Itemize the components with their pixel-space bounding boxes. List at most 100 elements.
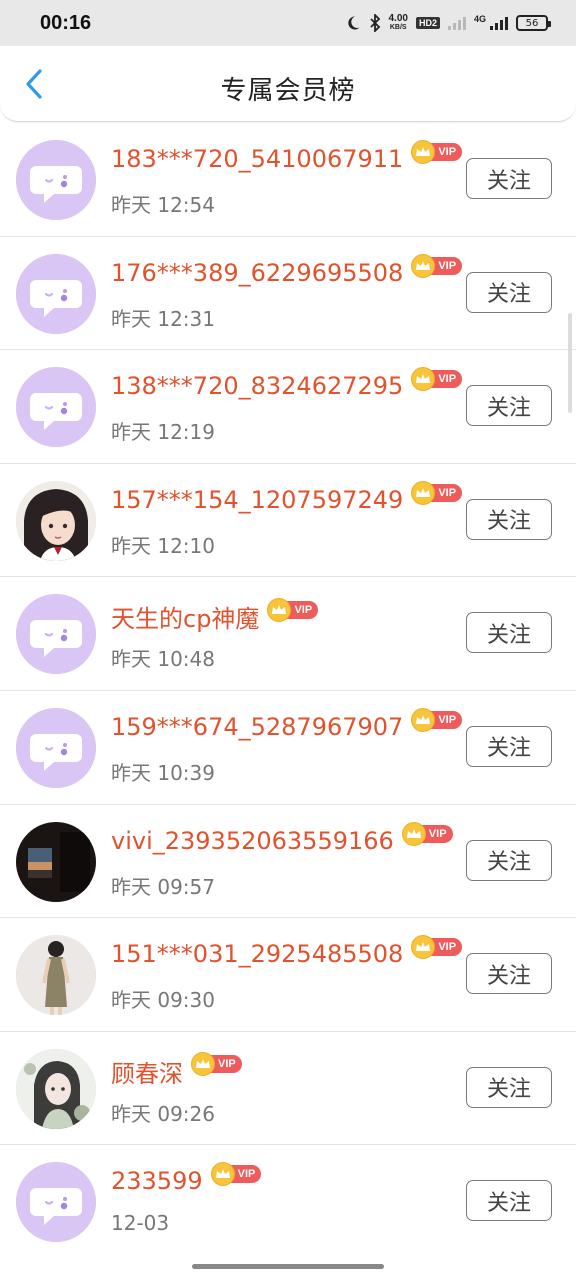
list-item[interactable]: 天生的cp神魔 VIP 昨天 10:48 关注 [0, 577, 576, 691]
avatar[interactable] [16, 253, 96, 334]
join-time: 昨天 09:30 [111, 988, 215, 1013]
list-item[interactable]: 顾春深 VIP 昨天 09:26 关注 [0, 1032, 576, 1146]
member-name[interactable]: 176***389_6229695508 [111, 259, 403, 287]
anime-girl-avatar [16, 480, 96, 561]
join-time: 昨天 09:57 [111, 874, 215, 899]
member-name[interactable]: 157***154_1207597249 [111, 486, 403, 514]
member-name[interactable]: 183***720_5410067911 [111, 145, 403, 173]
join-time: 昨天 12:19 [111, 420, 215, 445]
member-name[interactable]: 233599 [111, 1167, 203, 1195]
follow-button[interactable]: 关注 [466, 1066, 552, 1108]
follow-button[interactable]: 关注 [466, 498, 552, 540]
battery-level: 56 [525, 17, 539, 29]
name-line: 151***031_2925485508 VIP [111, 935, 463, 968]
network-type: 4G [473, 14, 486, 24]
vip-badge: VIP [411, 140, 463, 164]
chat-bubble-icon [16, 253, 96, 334]
crown-icon [411, 253, 436, 278]
woman-dress-avatar [16, 935, 96, 1016]
vip-badge: VIP [411, 935, 463, 960]
chat-bubble-icon [16, 140, 96, 220]
vip-badge: VIP [267, 597, 319, 622]
avatar[interactable] [16, 707, 96, 788]
list-item[interactable]: 151***031_2925485508 VIP 昨天 09:30 关注 [0, 918, 576, 1032]
status-icons: 4.00 KB/S HD2 4G 56 [345, 14, 551, 32]
net-speed-value: 4.00 [388, 13, 408, 24]
member-name[interactable]: 天生的cp神魔 [111, 599, 259, 634]
member-name[interactable]: 159***674_5287967907 [111, 713, 403, 741]
name-line: 159***674_5287967907 VIP [111, 707, 463, 741]
page-title: 专属会员榜 [220, 76, 356, 106]
list-item[interactable]: 157***154_1207597249 VIP 昨天 12:10 关注 [0, 464, 576, 578]
moon-icon [345, 15, 361, 31]
crown-icon [210, 1162, 235, 1187]
vip-badge: VIP [411, 367, 463, 392]
list-item[interactable]: 183***720_5410067911 VIP 昨天 12:54 关注 [0, 123, 576, 237]
name-line: 138***720_8324627295 VIP [111, 367, 463, 400]
chat-bubble-icon [16, 594, 96, 675]
status-bar: 00:16 4.00 KB/S HD2 4G 56 [0, 0, 576, 46]
vip-badge: VIP [411, 253, 463, 278]
vip-badge: VIP [401, 821, 453, 846]
member-name[interactable]: 顾春深 [111, 1054, 183, 1089]
bluetooth-icon [369, 14, 381, 32]
hd-badge: HD2 [415, 17, 440, 29]
avatar[interactable] [16, 1048, 96, 1129]
list-item[interactable]: 233599 VIP 12-03 关注 [0, 1145, 576, 1259]
avatar[interactable] [16, 140, 96, 220]
member-list[interactable]: 183***720_5410067911 VIP 昨天 12:54 关注 176… [0, 123, 576, 1259]
vip-badge: VIP [411, 707, 463, 732]
follow-button[interactable]: 关注 [466, 271, 552, 313]
net-speed-unit: KB/S [389, 24, 407, 31]
vip-badge: VIP [210, 1162, 262, 1187]
member-name[interactable]: 151***031_2925485508 [111, 940, 403, 968]
join-time: 昨天 12:10 [111, 533, 215, 558]
follow-button[interactable]: 关注 [466, 385, 552, 427]
follow-button[interactable]: 关注 [466, 158, 552, 199]
join-time: 昨天 12:31 [111, 306, 215, 331]
join-time: 昨天 10:48 [111, 647, 215, 672]
chat-bubble-icon [16, 707, 96, 788]
avatar[interactable] [16, 594, 96, 675]
signal-weak-icon [447, 16, 466, 30]
join-time: 昨天 10:39 [111, 760, 215, 785]
name-line: 顾春深 VIP [111, 1052, 242, 1089]
page: 00:16 4.00 KB/S HD2 4G 56 专属会员榜 183***72… [0, 0, 576, 1280]
follow-button[interactable]: 关注 [466, 612, 552, 654]
battery-icon: 56 [516, 15, 551, 31]
list-item[interactable]: 176***389_6229695508 VIP 昨天 12:31 关注 [0, 237, 576, 351]
avatar[interactable] [16, 1162, 96, 1243]
chat-bubble-icon [16, 1162, 96, 1243]
avatar[interactable] [16, 367, 96, 448]
join-time: 12-03 [111, 1211, 170, 1236]
scrollbar[interactable] [568, 313, 572, 413]
follow-button[interactable]: 关注 [466, 839, 552, 881]
vip-badge: VIP [191, 1052, 242, 1077]
home-indicator[interactable] [192, 1264, 384, 1269]
chat-bubble-icon [16, 367, 96, 448]
signal-icon [490, 16, 508, 30]
crown-icon [411, 480, 436, 505]
header: 专属会员榜 [0, 46, 576, 122]
list-item[interactable]: 159***674_5287967907 VIP 昨天 10:39 关注 [0, 691, 576, 805]
follow-button[interactable]: 关注 [466, 725, 552, 767]
member-name[interactable]: vivi_239352063559166 [111, 827, 394, 855]
list-item[interactable]: 138***720_8324627295 VIP 昨天 12:19 关注 [0, 350, 576, 464]
follow-button[interactable]: 关注 [466, 1180, 552, 1222]
net-speed: 4.00 KB/S [389, 14, 408, 32]
avatar[interactable] [16, 935, 96, 1016]
avatar[interactable] [16, 480, 96, 561]
status-time: 00:16 [40, 11, 92, 34]
name-line: 233599 VIP [111, 1162, 262, 1195]
avatar[interactable] [16, 821, 96, 902]
member-name[interactable]: 138***720_8324627295 [111, 372, 403, 400]
follow-button[interactable]: 关注 [466, 953, 552, 995]
name-line: 183***720_5410067911 VIP [111, 140, 463, 173]
join-time: 昨天 12:54 [111, 193, 215, 217]
illustration-girl-avatar [16, 1048, 96, 1129]
name-line: 157***154_1207597249 VIP [111, 480, 463, 514]
vip-badge: VIP [411, 480, 463, 505]
list-item[interactable]: vivi_239352063559166 VIP 昨天 09:57 关注 [0, 805, 576, 919]
window-sky-avatar [16, 821, 96, 902]
join-time: 昨天 09:26 [111, 1101, 215, 1126]
